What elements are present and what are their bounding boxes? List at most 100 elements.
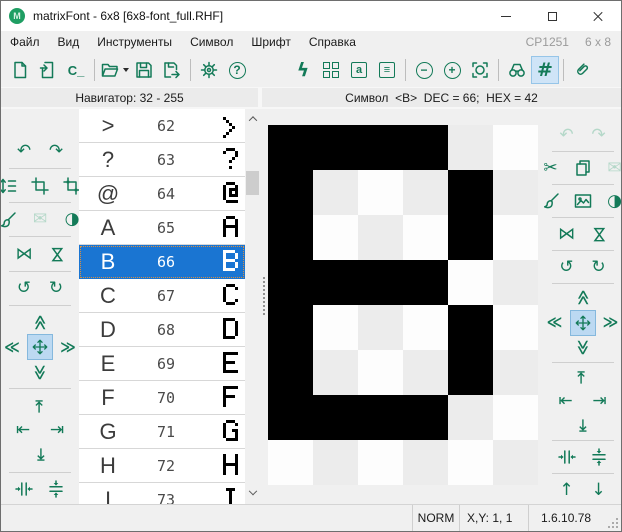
attachment-button[interactable] <box>569 57 595 83</box>
crop-button[interactable] <box>28 174 52 198</box>
navigator-row[interactable]: F70 <box>79 381 245 415</box>
pixel-cell[interactable] <box>268 395 313 440</box>
line-spacing-button[interactable] <box>1 174 20 198</box>
open-file-button[interactable] <box>100 57 129 83</box>
maximize-button[interactable] <box>529 1 575 31</box>
pixel-cell[interactable] <box>358 260 403 305</box>
navigator-row[interactable]: >62 <box>79 109 245 143</box>
nav-right-button[interactable]: ≫ <box>56 335 80 359</box>
shift-up-button[interactable]: ↑ <box>555 478 579 502</box>
pixel-cell[interactable] <box>313 305 358 350</box>
squeeze-vertical-button[interactable] <box>587 445 611 469</box>
pixel-cell[interactable] <box>268 215 313 260</box>
pixel-cell[interactable] <box>313 395 358 440</box>
navigator-row[interactable]: G71 <box>79 415 245 449</box>
menu-item-symbol[interactable]: Символ <box>181 31 242 53</box>
navigator-row[interactable]: B66 <box>79 245 245 279</box>
align-top-button[interactable]: ⇥ <box>571 365 595 389</box>
navigator-row[interactable]: @64 <box>79 177 245 211</box>
pixel-cell[interactable] <box>403 170 448 215</box>
navigator-row[interactable]: E69 <box>79 347 245 381</box>
squeeze-horizontal-button[interactable] <box>12 477 36 501</box>
pixel-cell[interactable] <box>268 440 313 485</box>
pixel-cell[interactable] <box>493 305 538 350</box>
invert-button[interactable]: ◑ <box>603 189 622 213</box>
nav-right-button[interactable]: ≫ <box>599 311 622 335</box>
font-summary-button[interactable]: ≡ <box>374 57 400 83</box>
pixel-cell[interactable] <box>493 395 538 440</box>
flip-vertical-button[interactable]: ⋈ <box>44 242 68 266</box>
menu-item-tools[interactable]: Инструменты <box>88 31 181 53</box>
nav-left-button[interactable]: ≪ <box>1 335 24 359</box>
navigator-row[interactable]: C67 <box>79 279 245 313</box>
char-map-button[interactable] <box>318 57 344 83</box>
squeeze-vertical-button[interactable] <box>44 477 68 501</box>
pixel-cell[interactable] <box>313 125 358 170</box>
scrollbar-thumb[interactable] <box>246 171 259 195</box>
menu-item-file[interactable]: Файл <box>1 31 49 53</box>
pixel-cell[interactable] <box>358 440 403 485</box>
pixel-cell[interactable] <box>403 440 448 485</box>
pixel-cell[interactable] <box>358 305 403 350</box>
pixel-cell[interactable] <box>448 440 493 485</box>
import-image-button[interactable] <box>571 189 595 213</box>
import-font-button[interactable] <box>35 57 61 83</box>
pixel-cell[interactable] <box>448 260 493 305</box>
pixel-cell[interactable] <box>493 215 538 260</box>
zoom-out-button[interactable]: − <box>411 57 437 83</box>
pixel-cell[interactable] <box>268 260 313 305</box>
zoom-fit-button[interactable] <box>467 57 493 83</box>
nav-left-button[interactable]: ≪ <box>543 311 567 335</box>
pixel-cell[interactable] <box>358 350 403 395</box>
effects-button[interactable]: ϟ <box>290 57 316 83</box>
pixel-cell[interactable] <box>313 170 358 215</box>
settings-button[interactable] <box>196 57 222 83</box>
navigator-row[interactable]: A65 <box>79 211 245 245</box>
nav-up-button[interactable]: ≪ <box>571 286 595 310</box>
pixel-cell[interactable] <box>493 125 538 170</box>
pixel-cell[interactable] <box>313 260 358 305</box>
pixel-cell[interactable] <box>313 350 358 395</box>
pixel-cell[interactable] <box>448 125 493 170</box>
pixel-cell[interactable] <box>448 215 493 260</box>
align-left-button[interactable]: ⇤ <box>11 419 35 443</box>
pixel-cell[interactable] <box>493 350 538 395</box>
menu-item-help[interactable]: Справка <box>300 31 365 53</box>
squeeze-horizontal-button[interactable] <box>555 445 579 469</box>
nav-center-button[interactable] <box>28 335 52 359</box>
pixel-cell[interactable] <box>448 350 493 395</box>
menu-item-font[interactable]: Шрифт <box>242 31 299 53</box>
pixel-cell[interactable] <box>313 440 358 485</box>
panel-splitter[interactable] <box>260 109 267 504</box>
pixel-cell[interactable] <box>358 125 403 170</box>
pixel-cell[interactable] <box>403 260 448 305</box>
pixel-cell[interactable] <box>493 170 538 215</box>
help-button[interactable]: ? <box>224 57 250 83</box>
nav-down-button[interactable]: ≪ <box>571 336 595 360</box>
find-char-button[interactable] <box>504 57 530 83</box>
new-font-button[interactable] <box>7 57 33 83</box>
align-right-button[interactable]: ⇥ <box>588 389 612 413</box>
pixel-cell[interactable] <box>448 170 493 215</box>
toggle-grid-button[interactable]: # <box>532 57 558 83</box>
navigator-row[interactable]: D68 <box>79 313 245 347</box>
nav-up-button[interactable]: ≪ <box>28 310 52 334</box>
pixel-cell[interactable] <box>358 170 403 215</box>
close-button[interactable] <box>575 1 621 31</box>
navigator-row[interactable]: I73 <box>79 483 245 504</box>
fill-brush-button[interactable] <box>1 208 20 232</box>
pixel-cell[interactable] <box>403 215 448 260</box>
pixel-cell[interactable] <box>403 305 448 350</box>
pixel-cell[interactable] <box>448 305 493 350</box>
menu-item-view[interactable]: Вид <box>49 31 89 53</box>
minimize-button[interactable] <box>483 1 529 31</box>
pixel-cell[interactable] <box>493 440 538 485</box>
scroll-up-button[interactable] <box>245 111 260 127</box>
pixel-cell[interactable] <box>403 125 448 170</box>
flip-horizontal-button[interactable]: ⋈ <box>12 242 36 266</box>
new-from-chars-button[interactable]: C_ <box>63 57 89 83</box>
navigator-row[interactable]: H72 <box>79 449 245 483</box>
nav-down-button[interactable]: ≪ <box>28 360 52 384</box>
pixel-cell[interactable] <box>268 350 313 395</box>
pixel-cell[interactable] <box>403 350 448 395</box>
